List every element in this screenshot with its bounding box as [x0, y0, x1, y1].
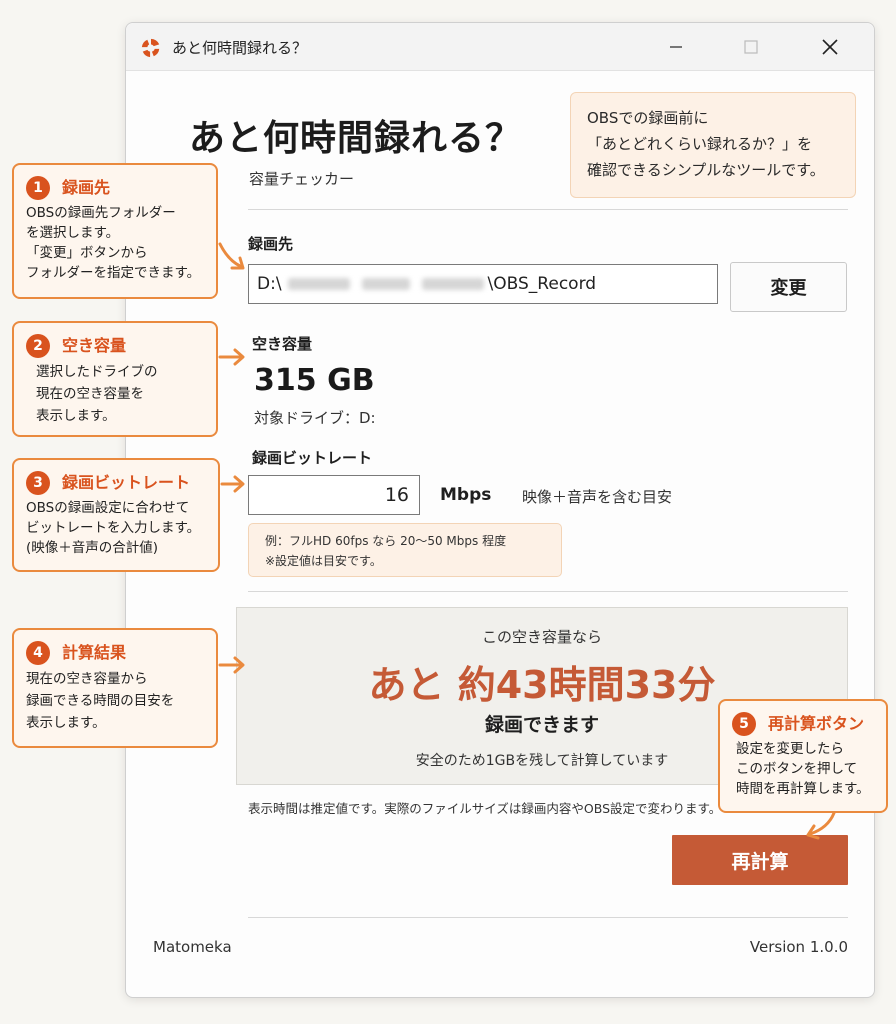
maximize-icon [744, 40, 758, 54]
callout-line: 現在の空き容量を [36, 386, 144, 402]
title-bar[interactable]: あと何時間録れる？ [126, 23, 874, 71]
callout-recalculate: 5 再計算ボタン 設定を変更したら このボタンを押して 時間を再計算します。 [718, 699, 888, 813]
callout-number: 3 [26, 471, 50, 495]
footer-version: Version 1.0.0 [749, 938, 848, 956]
callout-line: 「変更」ボタンから [26, 245, 148, 261]
free-space-value: 315 GB [254, 363, 375, 398]
arrow-right-icon [218, 348, 245, 366]
maximize-button[interactable] [731, 31, 771, 63]
recalculate-button[interactable]: 再計算 [672, 835, 848, 885]
folder-label: 録画先 [248, 235, 294, 253]
callout-number: 1 [26, 176, 50, 200]
close-icon [822, 39, 838, 55]
callout-line: OBSの録画先フォルダー [26, 205, 176, 221]
callout-title: 録画先 [62, 178, 111, 197]
bitrate-note: 映像＋音声を含む目安 [522, 488, 673, 506]
page-subtitle: 容量チェッカー [249, 170, 355, 188]
footer-brand: Matomeka [153, 938, 232, 956]
callout-line: 現在の空き容量から [26, 671, 148, 687]
footer-divider [248, 917, 848, 918]
page-title: あと何時間録れる？ [189, 118, 523, 159]
arrow-right-icon [220, 475, 245, 493]
result-lead: この空き容量なら [481, 628, 602, 646]
path-suffix: \OBS_Record [487, 274, 597, 294]
divider [248, 209, 848, 210]
info-line: OBSでの録画前に [587, 109, 709, 127]
callout-number: 2 [26, 334, 50, 358]
minimize-icon [670, 46, 682, 48]
bitrate-label: 録画ビットレート [252, 449, 373, 467]
callout-title: 録画ビットレート [62, 473, 191, 492]
callout-line: 時間を再計算します。 [736, 781, 870, 797]
close-button[interactable] [810, 31, 850, 63]
callout-line: 録画できる時間の目安を [26, 693, 175, 709]
divider [248, 591, 848, 592]
target-drive-text: 対象ドライブ：D: [254, 409, 376, 427]
callout-number: 4 [26, 641, 50, 665]
minimize-button[interactable] [656, 31, 696, 63]
folder-path-field[interactable]: D:\ \OBS_Record [248, 264, 718, 304]
callout-bitrate: 3 録画ビットレート OBSの録画設定に合わせて ビットレートを入力します。 (映… [12, 458, 220, 572]
path-prefix: D:\ [257, 274, 282, 294]
callout-free-space: 2 空き容量 選択したドライブの 現在の空き容量を 表示します。 [12, 321, 218, 437]
intro-info-box: OBSでの録画前に 「あとどれくらい録れるか？」を 確認できるシンプルなツールで… [570, 92, 856, 198]
callout-line: 設定を変更したら [736, 741, 844, 757]
bitrate-input[interactable]: 16 [248, 475, 420, 515]
callout-line: ビットレートを入力します。 [26, 520, 201, 536]
info-line: 「あとどれくらい録れるか？」を [587, 135, 813, 153]
example-line: 例：フルHD 60fps なら 20〜50 Mbps 程度 [265, 534, 507, 548]
callout-title: 空き容量 [62, 336, 127, 355]
redacted-path-segment [421, 278, 484, 290]
info-line: 確認できるシンプルなツールです。 [587, 161, 825, 179]
callout-number: 5 [732, 712, 756, 736]
app-window: あと何時間録れる？ あと何時間録れる？ 容量チェッカー OBSでの録画前に 「あ… [125, 22, 875, 998]
bitrate-example-box: 例：フルHD 60fps なら 20〜50 Mbps 程度 ※設定値は目安です。 [248, 523, 562, 577]
example-line: ※設定値は目安です。 [265, 554, 382, 568]
disclaimer-text: 表示時間は推定値です。実際のファイルサイズは録画内容やOBS設定で変わります。 [248, 801, 722, 816]
arrow-right-icon [218, 656, 245, 674]
callout-line: (映像＋音声の合計値) [26, 540, 159, 556]
callout-line: を選択します。 [26, 225, 120, 241]
app-swirl-icon [141, 38, 160, 58]
callout-folder: 1 録画先 OBSの録画先フォルダー を選択します。 「変更」ボタンから フォルダ… [12, 163, 218, 299]
redacted-path-segment [287, 278, 350, 290]
callout-line: OBSの録画設定に合わせて [26, 500, 190, 516]
callout-line: 表示します。 [36, 408, 116, 424]
redacted-path-segment [361, 278, 410, 290]
window-title: あと何時間録れる？ [172, 39, 308, 57]
callout-title: 計算結果 [62, 643, 127, 662]
arrow-right-icon [218, 242, 245, 270]
free-space-label: 空き容量 [252, 335, 313, 353]
callout-line: 表示します。 [26, 715, 106, 731]
arrow-down-left-icon [806, 811, 836, 840]
callout-result: 4 計算結果 現在の空き容量から 録画できる時間の目安を 表示します。 [12, 628, 218, 748]
callout-line: このボタンを押して [736, 761, 858, 777]
bitrate-unit: Mbps [440, 485, 492, 505]
callout-line: 選択したドライブの [36, 364, 158, 380]
callout-line: フォルダーを指定できます。 [26, 265, 201, 281]
change-folder-button[interactable]: 変更 [730, 262, 847, 312]
callout-title: 再計算ボタン [768, 714, 865, 733]
